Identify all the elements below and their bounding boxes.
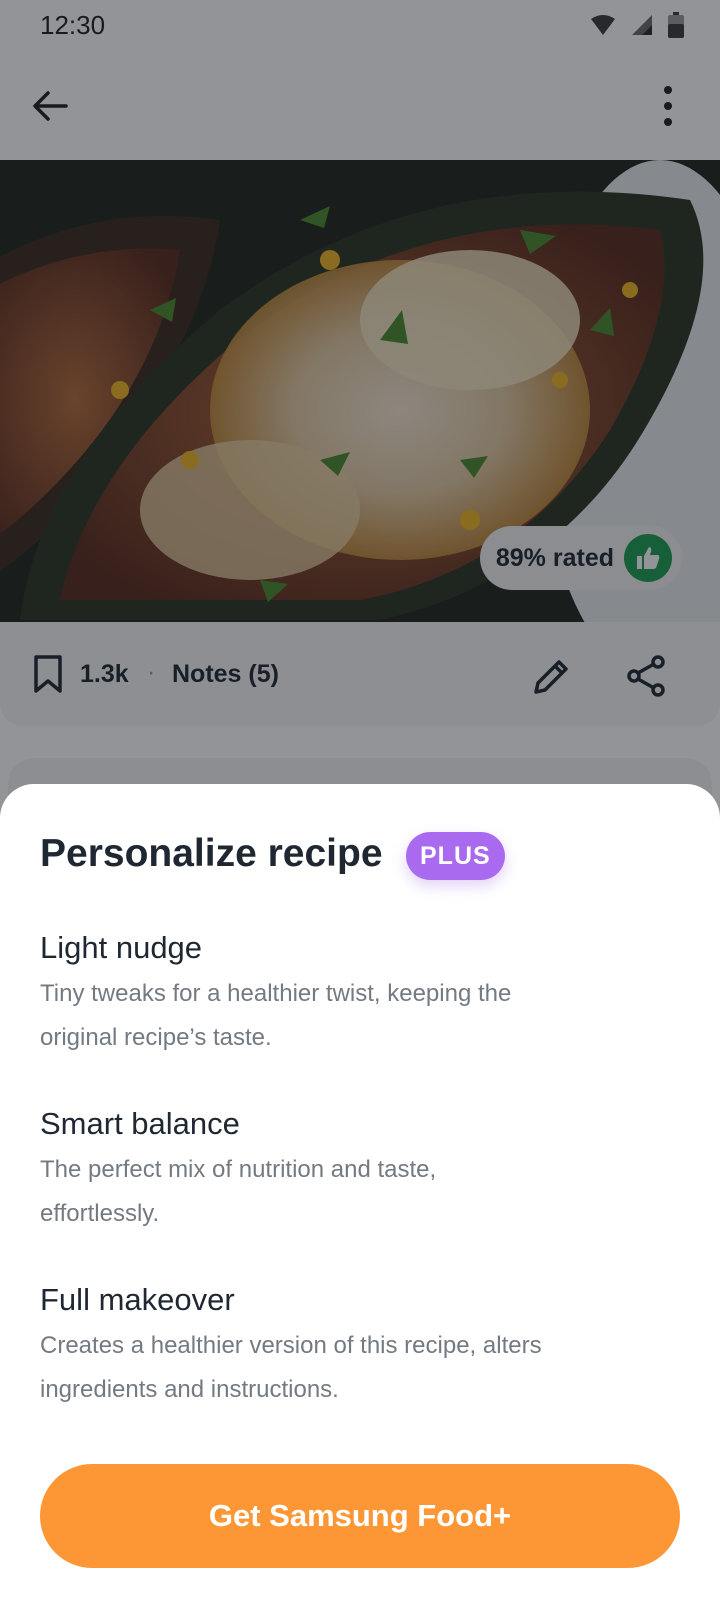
option-description: Tiny tweaks for a healthier twist, keepi… [40, 980, 512, 1051]
get-samsung-food-plus-button[interactable]: Get Samsung Food+ [40, 1464, 680, 1568]
option-description: The perfect mix of nutrition and taste, … [40, 1156, 437, 1227]
option-title: Light nudge [40, 930, 203, 965]
option-title: Full makeover [40, 1282, 235, 1317]
option-description: Creates a healthier version of this reci… [40, 1332, 542, 1403]
sheet-title: Personalize recipe [40, 832, 383, 875]
personalize-bottom-sheet: Personalize recipe PLUS Light nudge Tiny… [0, 784, 720, 1600]
option-light-nudge[interactable]: Light nudge Tiny tweaks for a healthier … [40, 930, 660, 1060]
option-title: Smart balance [40, 1106, 240, 1141]
option-full-makeover[interactable]: Full makeover Creates a healthier versio… [40, 1282, 660, 1412]
option-smart-balance[interactable]: Smart balance The perfect mix of nutriti… [40, 1106, 660, 1236]
plus-badge: PLUS [406, 832, 505, 880]
